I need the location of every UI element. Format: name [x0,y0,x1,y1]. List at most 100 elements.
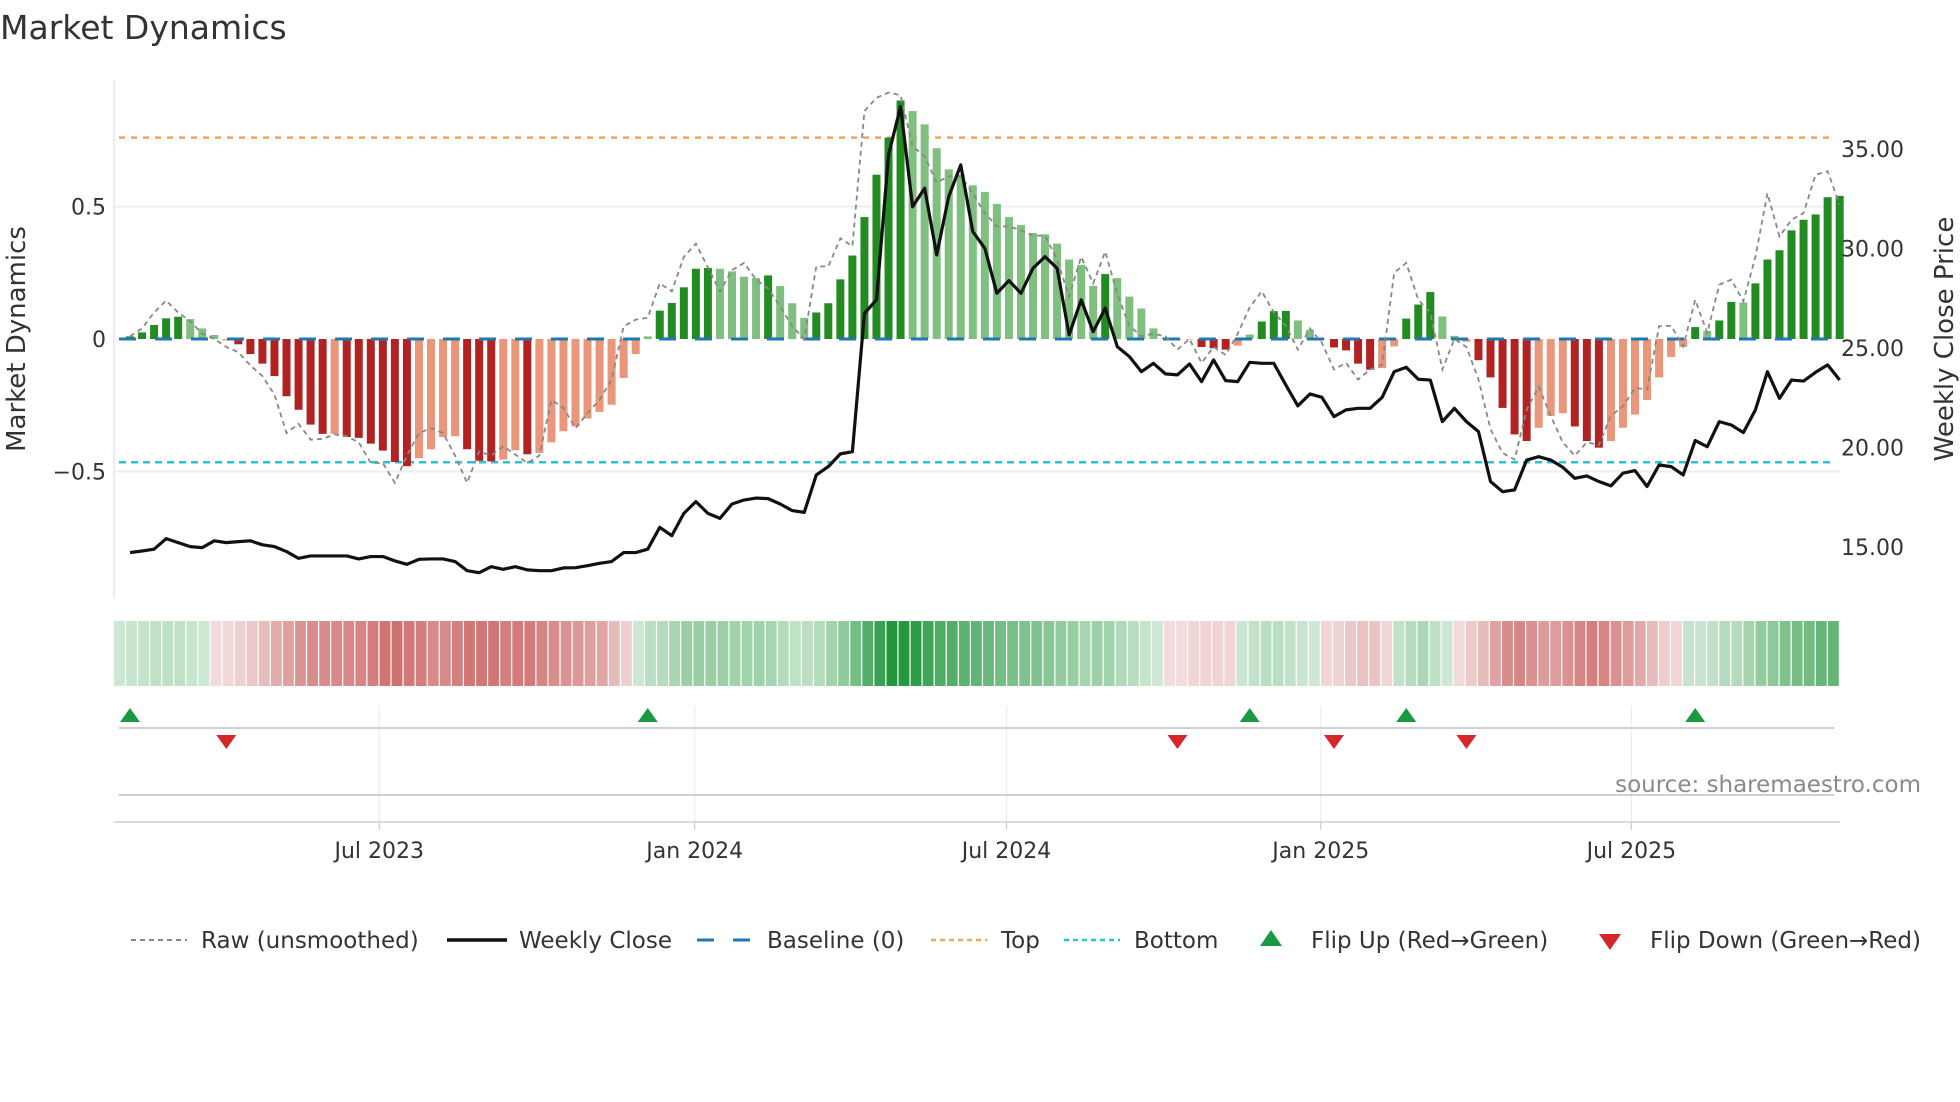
bar [162,318,171,339]
heat-cell [343,621,355,686]
heat-cell [862,621,874,686]
bar [270,339,279,377]
bar [1101,274,1110,339]
heat-cell [741,621,753,686]
heat-cell [210,621,222,686]
heat-cell [1514,621,1525,686]
bar [1330,339,1338,348]
heat-cell [1308,621,1320,686]
heat-cell [946,621,958,686]
bar [451,339,460,437]
heat-cell [1658,621,1670,686]
heat-cell [1188,621,1200,686]
bar [824,303,833,339]
bar [258,339,267,364]
heat-cell [1333,621,1344,686]
heat-cell [596,621,608,686]
bar [1342,339,1351,351]
heat-cell [331,621,343,686]
heat-cell [693,621,705,686]
bar [294,339,303,410]
legend-item-weekly-close[interactable]: Weekly Close [447,928,672,954]
heat-cell [1236,621,1248,686]
heat-cell [801,621,813,686]
legend-label: Top [1000,928,1040,954]
heat-cell [1393,621,1405,686]
triangle-down-icon [1599,934,1621,950]
bar [1041,234,1050,339]
right-tick-label: 35.00 [1841,138,1904,163]
bar [1582,339,1591,442]
bar [992,203,1001,339]
bar [1799,219,1808,339]
legend-item-raw[interactable]: Raw (unsmoothed) [131,928,419,954]
heat-cell [1731,621,1743,686]
heat-cell [222,621,234,686]
bar [1835,195,1844,339]
bar [1763,259,1772,339]
heat-cell [1767,621,1779,686]
bar [1546,339,1555,416]
bar [740,276,749,339]
heat-strip [114,621,1839,686]
heat-cell [765,621,777,686]
heat-cell [1357,621,1369,686]
chart-title: Market Dynamics [0,8,287,47]
bar [547,339,556,443]
bar [1354,339,1363,364]
bar [607,339,616,405]
bar [499,339,508,460]
heat-cell [838,621,850,686]
bar [583,339,592,419]
bar [1414,304,1423,339]
heat-cell [1212,621,1224,686]
bar [1631,339,1639,415]
heat-cell [645,621,656,686]
flip-down-marker [1167,735,1188,749]
heat-cell [681,621,693,686]
bar [1691,327,1700,339]
right-tick-label: 30.00 [1841,238,1904,263]
legend-label: Baseline (0) [767,928,904,954]
bar [1221,339,1230,350]
legend-item-top[interactable]: Top [931,928,1040,954]
bar [836,279,845,339]
legend-item-flip-down[interactable]: Flip Down (Green→Red) [1599,928,1921,954]
heat-cell [1043,621,1055,686]
legend-item-baseline[interactable]: Baseline (0) [697,928,904,954]
bar [643,336,652,339]
heat-cell [1019,621,1031,686]
heat-cell [1562,621,1574,686]
bar [1004,217,1013,339]
heat-cell [1526,621,1538,686]
heat-cell [1586,621,1598,686]
heat-cell [1574,621,1586,686]
legend-item-bottom[interactable]: Bottom [1064,928,1218,954]
bar [138,332,147,339]
source-label: source: sharemaestro.com [1615,772,1921,798]
bar [535,339,544,453]
heat-cell [174,621,186,686]
bar [150,324,159,339]
bar [390,339,399,462]
heat-cell [536,621,548,686]
bar [174,316,183,339]
heat-cell [874,621,886,686]
bar [1606,339,1615,442]
heat-cell [524,621,536,686]
bar [1402,318,1411,339]
bar [378,339,387,451]
bar [715,268,724,339]
legend-label: Bottom [1134,928,1218,954]
heat-cell [1477,621,1489,686]
bar [1570,339,1579,427]
heat-cell [850,621,862,686]
gridlines [114,205,1840,822]
flip-down-marker [1456,735,1477,749]
heat-cell [1417,621,1429,686]
left-axis-label: Market Dynamics [2,226,32,452]
legend-item-flip-up[interactable]: Flip Up (Red→Green) [1260,928,1548,954]
heat-cell [1139,621,1151,686]
heat-cell [150,621,162,686]
heat-cell [439,621,451,686]
